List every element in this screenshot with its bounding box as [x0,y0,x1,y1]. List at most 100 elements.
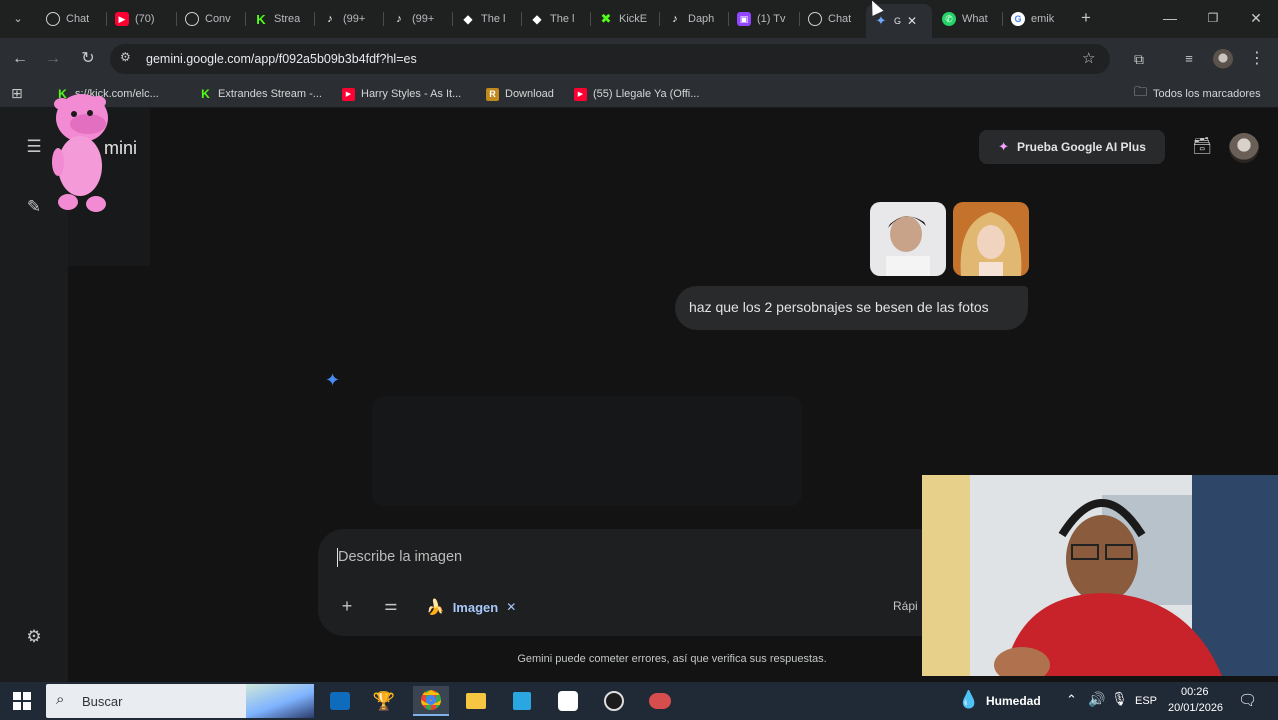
webcam-overlay [922,475,1278,676]
close-window-icon[interactable]: ✕ [1246,8,1266,28]
bookmark-item[interactable]: R Download [486,86,554,102]
tab[interactable]: ♪ (99+ [384,6,452,32]
folder-icon [466,693,486,709]
microphone-icon[interactable]: 🎙 [1111,691,1128,707]
search-icon: ⌕ [56,691,65,708]
prompt-input[interactable]: Describe la imagen [338,549,462,565]
taskbar-search[interactable]: ⌕ Buscar [46,684,314,718]
banana-icon: 🍌 [426,599,445,616]
tab[interactable]: ✖ KickE [591,6,659,32]
tab[interactable]: Chat [800,6,866,32]
youtube-icon: ▶ [574,87,587,101]
volume-icon[interactable]: 🔊 [1088,691,1105,708]
tray-overflow-icon[interactable]: ⌃ [1066,692,1077,708]
language-indicator[interactable]: ESP [1135,695,1157,707]
clock-date[interactable]: 20/01/2026 [1168,702,1223,714]
tab[interactable]: ✆ What [934,6,1002,32]
remove-chip-icon[interactable]: ✕ [506,600,516,614]
search-highlight-image [246,684,314,718]
apps-grid-icon[interactable]: ⊞ [11,85,23,102]
taskbar-app-outlook[interactable] [322,686,358,716]
add-icon[interactable]: + [335,594,359,618]
tiktok-icon: ♪ [327,13,333,25]
tiktok-icon: ♪ [396,13,402,25]
pink-cartoon-sticker [52,94,108,212]
windows-start-icon[interactable] [13,692,31,710]
address-bar[interactable]: ⚙ gemini.google.com/app/f092a5b09b3b4fdf… [110,44,1110,74]
browser-toolbar: ← → ↻ ⚙ gemini.google.com/app/f092a5b09b… [0,38,1278,80]
weather-label[interactable]: Humedad [986,694,1041,708]
bookmark-item[interactable]: K Extrandes Stream -... [199,86,322,102]
prompt-composer[interactable]: Describe la imagen + ⚌ 🍌 Imagen ✕ Rápi [318,529,958,636]
gemini-thinking-icon: ✦ [325,370,341,390]
tab[interactable]: ♪ (99+ [315,6,383,32]
uploaded-photo-2[interactable] [953,202,1029,276]
sparkle-icon: ✦ [998,139,1009,154]
taskbar-app-trophy[interactable]: 🏆 [366,686,402,716]
mode-selector[interactable]: Rápi [893,599,918,613]
tab[interactable]: ◆ The l [453,6,521,32]
chatgpt-icon [185,12,199,26]
portrait-man [870,202,946,276]
webcam-feed [922,475,1278,676]
tiktok-icon: ♪ [672,13,678,25]
weather-drop-icon: 💧 [958,690,980,709]
tab[interactable]: Conv [177,6,245,32]
tab[interactable]: ♪ Daph [660,6,728,32]
extensions-icon[interactable]: ⧉ [1128,48,1150,70]
profile-avatar[interactable] [1213,49,1233,69]
tab[interactable]: Chat [38,6,106,32]
all-bookmarks-folder[interactable]: 🗀 Todos los marcadores [1134,84,1261,102]
tools-icon[interactable]: ⚌ [379,594,403,618]
chrome-icon [421,690,441,710]
tab[interactable]: ◆ The l [522,6,590,32]
close-tab-icon[interactable]: ✕ [907,14,917,28]
store-icon [513,692,531,710]
forward-icon[interactable]: → [42,48,64,70]
restore-icon[interactable]: ❐ [1203,8,1223,28]
minimize-icon[interactable]: — [1160,8,1180,28]
bookmark-star-icon[interactable]: ☆ [1082,49,1095,67]
tab-search-button[interactable]: ⌄ [8,9,28,29]
windows-taskbar: ⌕ Buscar 🏆 💧 Humedad ⌃ 🔊 🎙 ESP 00:26 20/… [0,682,1278,720]
tab[interactable]: K Strea [246,6,314,32]
taskbar-app-game[interactable] [642,686,678,716]
tab[interactable]: Gemik [1003,6,1065,32]
tab[interactable]: ▣ (1) Tv [729,6,799,32]
r-icon: R [486,87,499,101]
twitch-icon: ▣ [737,12,751,26]
obs-icon [604,691,624,711]
taskbar-app-chrome[interactable] [413,686,449,716]
notifications-icon[interactable]: 🗨 [1238,691,1257,709]
try-ai-plus-button[interactable]: ✦ Prueba Google AI Plus [979,130,1165,164]
url-text: gemini.google.com/app/f092a5b09b3b4fdf?h… [146,52,417,66]
tab[interactable]: ▶ (70) [107,6,177,32]
imagen-tool-chip[interactable]: 🍌 Imagen ✕ [426,595,516,619]
taskbar-app-capcut[interactable] [550,686,586,716]
image-generation-placeholder [372,396,802,506]
archive-icon[interactable]: 🗃 [1192,136,1212,156]
taskbar-app-explorer[interactable] [458,686,494,716]
bookmark-item[interactable]: ▶ Harry Styles - As It... [342,86,461,102]
site-info-icon[interactable]: ⚙ [120,50,131,64]
settings-icon[interactable]: ⚙ [22,625,46,649]
kick-icon: K [254,12,268,27]
media-control-icon[interactable]: ≡ [1178,48,1200,70]
uploaded-photo-1[interactable] [870,202,946,276]
folder-icon: 🗀 [1134,84,1148,99]
back-icon[interactable]: ← [9,48,31,70]
clock-time[interactable]: 00:26 [1181,686,1209,698]
new-tab-button[interactable]: + [1076,8,1096,28]
bookmark-item[interactable]: ▶ (55) Llegale Ya (Offi... [574,86,699,102]
account-avatar[interactable] [1229,133,1259,163]
kick-icon: K [201,87,210,101]
browser-tab-strip: ⌄ Chat ▶ (70) Conv K Strea ♪ (99+ ♪ (99+ ◆ Th… [0,0,1278,38]
browser-menu-icon[interactable]: ⋮ [1246,48,1268,70]
reload-icon[interactable]: ↻ [77,48,99,70]
diamond-icon: ◆ [463,12,473,26]
taskbar-app-store[interactable] [504,686,540,716]
taskbar-app-obs[interactable] [596,686,632,716]
kickeo-icon: ✖ [600,11,612,26]
bookmarks-bar: ⊞ Ks://kick.com/elc... K Extrandes Stream… [0,80,1278,108]
chatgpt-icon [46,12,60,26]
